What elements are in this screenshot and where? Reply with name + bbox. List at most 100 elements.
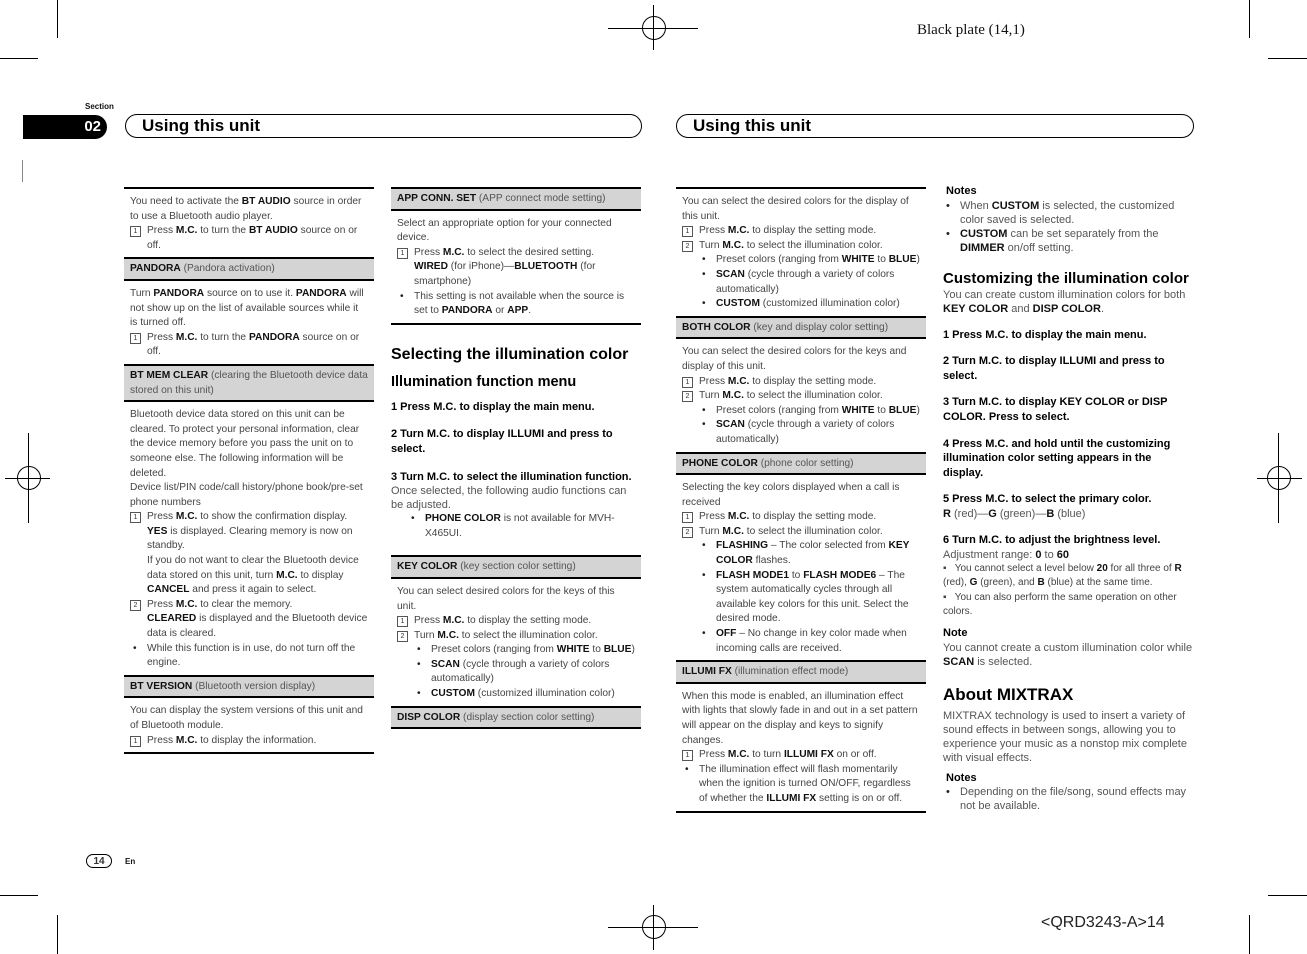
app-conn-set-header: APP CONN. SET (APP connect mode setting): [391, 187, 641, 211]
note-heading: Note: [943, 626, 968, 639]
bt-version-section: You can display the system versions of t…: [124, 698, 374, 755]
document-code: <QRD3243-A>14: [1041, 914, 1165, 931]
both-color-header: BOTH COLOR (key and display color settin…: [676, 317, 926, 340]
heading: Customizing the illumination color: [943, 269, 1189, 287]
heading: About MIXTRAX: [943, 684, 1074, 704]
mixtrax-section: About MIXTRAX MIXTRAX technology is used…: [943, 685, 1193, 814]
crop-mark: [0, 895, 38, 896]
notes-custom: Notes When CUSTOM is selected, the custo…: [943, 184, 1193, 255]
disp-color-body: You can select the desired colors for th…: [676, 187, 926, 318]
bullet: FLASHING – The color selected from KEY C…: [682, 539, 920, 568]
illumi-fx-header: ILLUMI FX (illumination effect mode): [676, 662, 926, 684]
step-1: 1 Press M.C. to display the main menu.: [391, 400, 595, 413]
step-2: 2 Turn M.C. to select the illumination co…: [682, 239, 920, 254]
step-2: 2 Press M.C. to clear the memory. CLEARED …: [130, 598, 368, 642]
step-1: 1 Press M.C. to turn the PANDORA source o…: [130, 331, 368, 360]
bullet: PHONE COLOR is not available for MVH-X46…: [391, 512, 641, 541]
step-1: 1 Press M.C. to turn ILLUMI FX on or off.: [682, 748, 920, 763]
customizing-section: Customizing the illumination color You c…: [943, 269, 1193, 669]
step-5: 5 Press M.C. to select the primary color…: [943, 493, 1152, 506]
bt-mem-clear-header: BT MEM CLEAR (clearing the Bluetooth dev…: [124, 365, 374, 403]
section-label: Section: [85, 102, 114, 111]
illumi-fx-section: When this mode is enabled, an illuminati…: [676, 684, 926, 813]
step-3: 3 Turn M.C. to display KEY COLOR or DISP…: [943, 396, 1168, 423]
notes-heading: Notes: [946, 185, 977, 197]
primary-colors: R (red)—G (green)—B (blue): [943, 507, 1086, 520]
key-color-header: KEY COLOR (key section color setting): [391, 555, 641, 579]
section-number-tab: 02: [23, 115, 107, 139]
step-1: 1 Press M.C. to display the main menu.: [943, 328, 1147, 341]
note-item: CUSTOM can be set separately from the DI…: [943, 227, 1193, 255]
column-3: You can select the desired colors for th…: [676, 187, 926, 813]
note-item: Depending on the file/song, sound effect…: [943, 785, 1193, 813]
crop-mark: [1249, 0, 1250, 38]
bt-mem-clear-section: Bluetooth device data stored on this uni…: [124, 402, 374, 677]
step-1: 1 Press M.C. to select the desired settin…: [397, 246, 635, 290]
bullet: The illumination effect will flash momen…: [682, 763, 920, 807]
square-note: ▪ You cannot select a level below 20 for…: [943, 562, 1182, 589]
bt-audio-section: You need to activate the BT AUDIO source…: [124, 187, 374, 260]
adjustment-range: Adjustment range: 0 to 60: [943, 548, 1070, 561]
bullet: OFF – No change in key color made when i…: [682, 627, 920, 656]
step-1: 1 Press M.C. to turn the BT AUDIO source …: [130, 224, 368, 253]
pandora-section: Turn PANDORA source on to use it. PANDOR…: [124, 281, 374, 366]
step-1: 1 Press M.C. to show the confirmation dis…: [130, 510, 368, 598]
app-conn-set-section: Select an appropriate option for your co…: [391, 211, 641, 325]
page-number: 14: [86, 854, 112, 868]
step-1: 1 Press M.C. to display the setting mode.: [682, 510, 920, 525]
bullet: FLASH MODE1 to FLASH MODE6 – The system …: [682, 569, 920, 627]
column-1: You need to activate the BT AUDIO source…: [124, 187, 374, 755]
crop-mark: [57, 915, 58, 954]
step-2: 2 Turn M.C. to select the illumination co…: [682, 389, 920, 404]
page-title-left: Using this unit: [125, 114, 642, 138]
step-1: 1 Press M.C. to display the setting mode.: [682, 224, 920, 239]
note-item: When CUSTOM is selected, the customized …: [943, 199, 1193, 227]
bullet: While this function is in use, do not tu…: [130, 642, 368, 671]
heading: Selecting the illumination color: [391, 345, 629, 363]
step-1: 1 Press M.C. to display the information.: [130, 734, 368, 749]
phone-color-header: PHONE COLOR (phone color setting): [676, 453, 926, 476]
bullet: SCAN (cycle through a variety of colors …: [682, 268, 920, 297]
crop-mark: [57, 0, 58, 38]
step-2: 2 Turn M.C. to display ILLUMI and press …: [943, 355, 1165, 382]
step-1: 1 Press M.C. to display the setting mode.: [682, 375, 920, 390]
notes-heading: Notes: [946, 771, 977, 784]
paragraph: You can create custom illumination color…: [943, 288, 1186, 315]
paragraph: Once selected, the following audio funct…: [391, 485, 627, 512]
language-label: En: [125, 857, 136, 866]
square-note: ▪ You can also perform the same operatio…: [943, 591, 1177, 618]
paragraph: MIXTRAX technology is used to insert a v…: [943, 709, 1187, 764]
bullet: CUSTOM (customized illumination color): [397, 687, 635, 702]
step-2: 2 Turn M.C. to display ILLUMI and press …: [391, 428, 613, 455]
bullet: Preset colors (ranging from WHITE to BLU…: [682, 253, 920, 268]
column-4: Notes When CUSTOM is selected, the custo…: [943, 184, 1193, 813]
bullet: This setting is not available when the s…: [397, 290, 635, 319]
key-color-section: You can select desired colors for the ke…: [391, 579, 641, 708]
step-1: 1 Press M.C. to display the setting mode.: [397, 614, 635, 629]
pandora-header: PANDORA (Pandora activation): [124, 259, 374, 281]
crop-mark: [1268, 895, 1307, 896]
step-2: 2 Turn M.C. to select the illumination co…: [682, 525, 920, 540]
crop-mark: [1249, 915, 1250, 954]
phone-color-section: Selecting the key colors displayed when …: [676, 475, 926, 663]
bt-version-header: BT VERSION (Bluetooth version display): [124, 676, 374, 699]
crop-mark: [22, 160, 23, 182]
plate-label: Black plate (14,1): [917, 22, 1025, 38]
bullet: SCAN (cycle through a variety of colors …: [397, 658, 635, 687]
crop-mark: [1268, 58, 1307, 59]
both-color-section: You can select the desired colors for th…: [676, 339, 926, 454]
disp-color-header: DISP COLOR (display section color settin…: [391, 707, 641, 730]
bullet: SCAN (cycle through a variety of colors …: [682, 418, 920, 447]
step-6: 6 Turn M.C. to adjust the brightness lev…: [943, 533, 1161, 546]
bullet: CUSTOM (customized illumination color): [682, 297, 920, 312]
column-2: APP CONN. SET (APP connect mode setting)…: [391, 187, 641, 730]
step-2: 2 Turn M.C. to select the illumination co…: [397, 629, 635, 644]
subheading: Illumination function menu: [391, 373, 577, 390]
selecting-illumination-section: Selecting the illumination color Illumin…: [391, 345, 641, 542]
bullet: Preset colors (ranging from WHITE to BLU…: [682, 404, 920, 419]
crop-mark: [0, 58, 38, 59]
page-title-right: Using this unit: [676, 114, 1194, 138]
step-3: 3 Turn M.C. to select the illumination f…: [391, 470, 632, 483]
note-text: You cannot create a custom illumination …: [943, 641, 1193, 668]
step-4: 4 Press M.C. and hold until the customiz…: [943, 437, 1171, 479]
